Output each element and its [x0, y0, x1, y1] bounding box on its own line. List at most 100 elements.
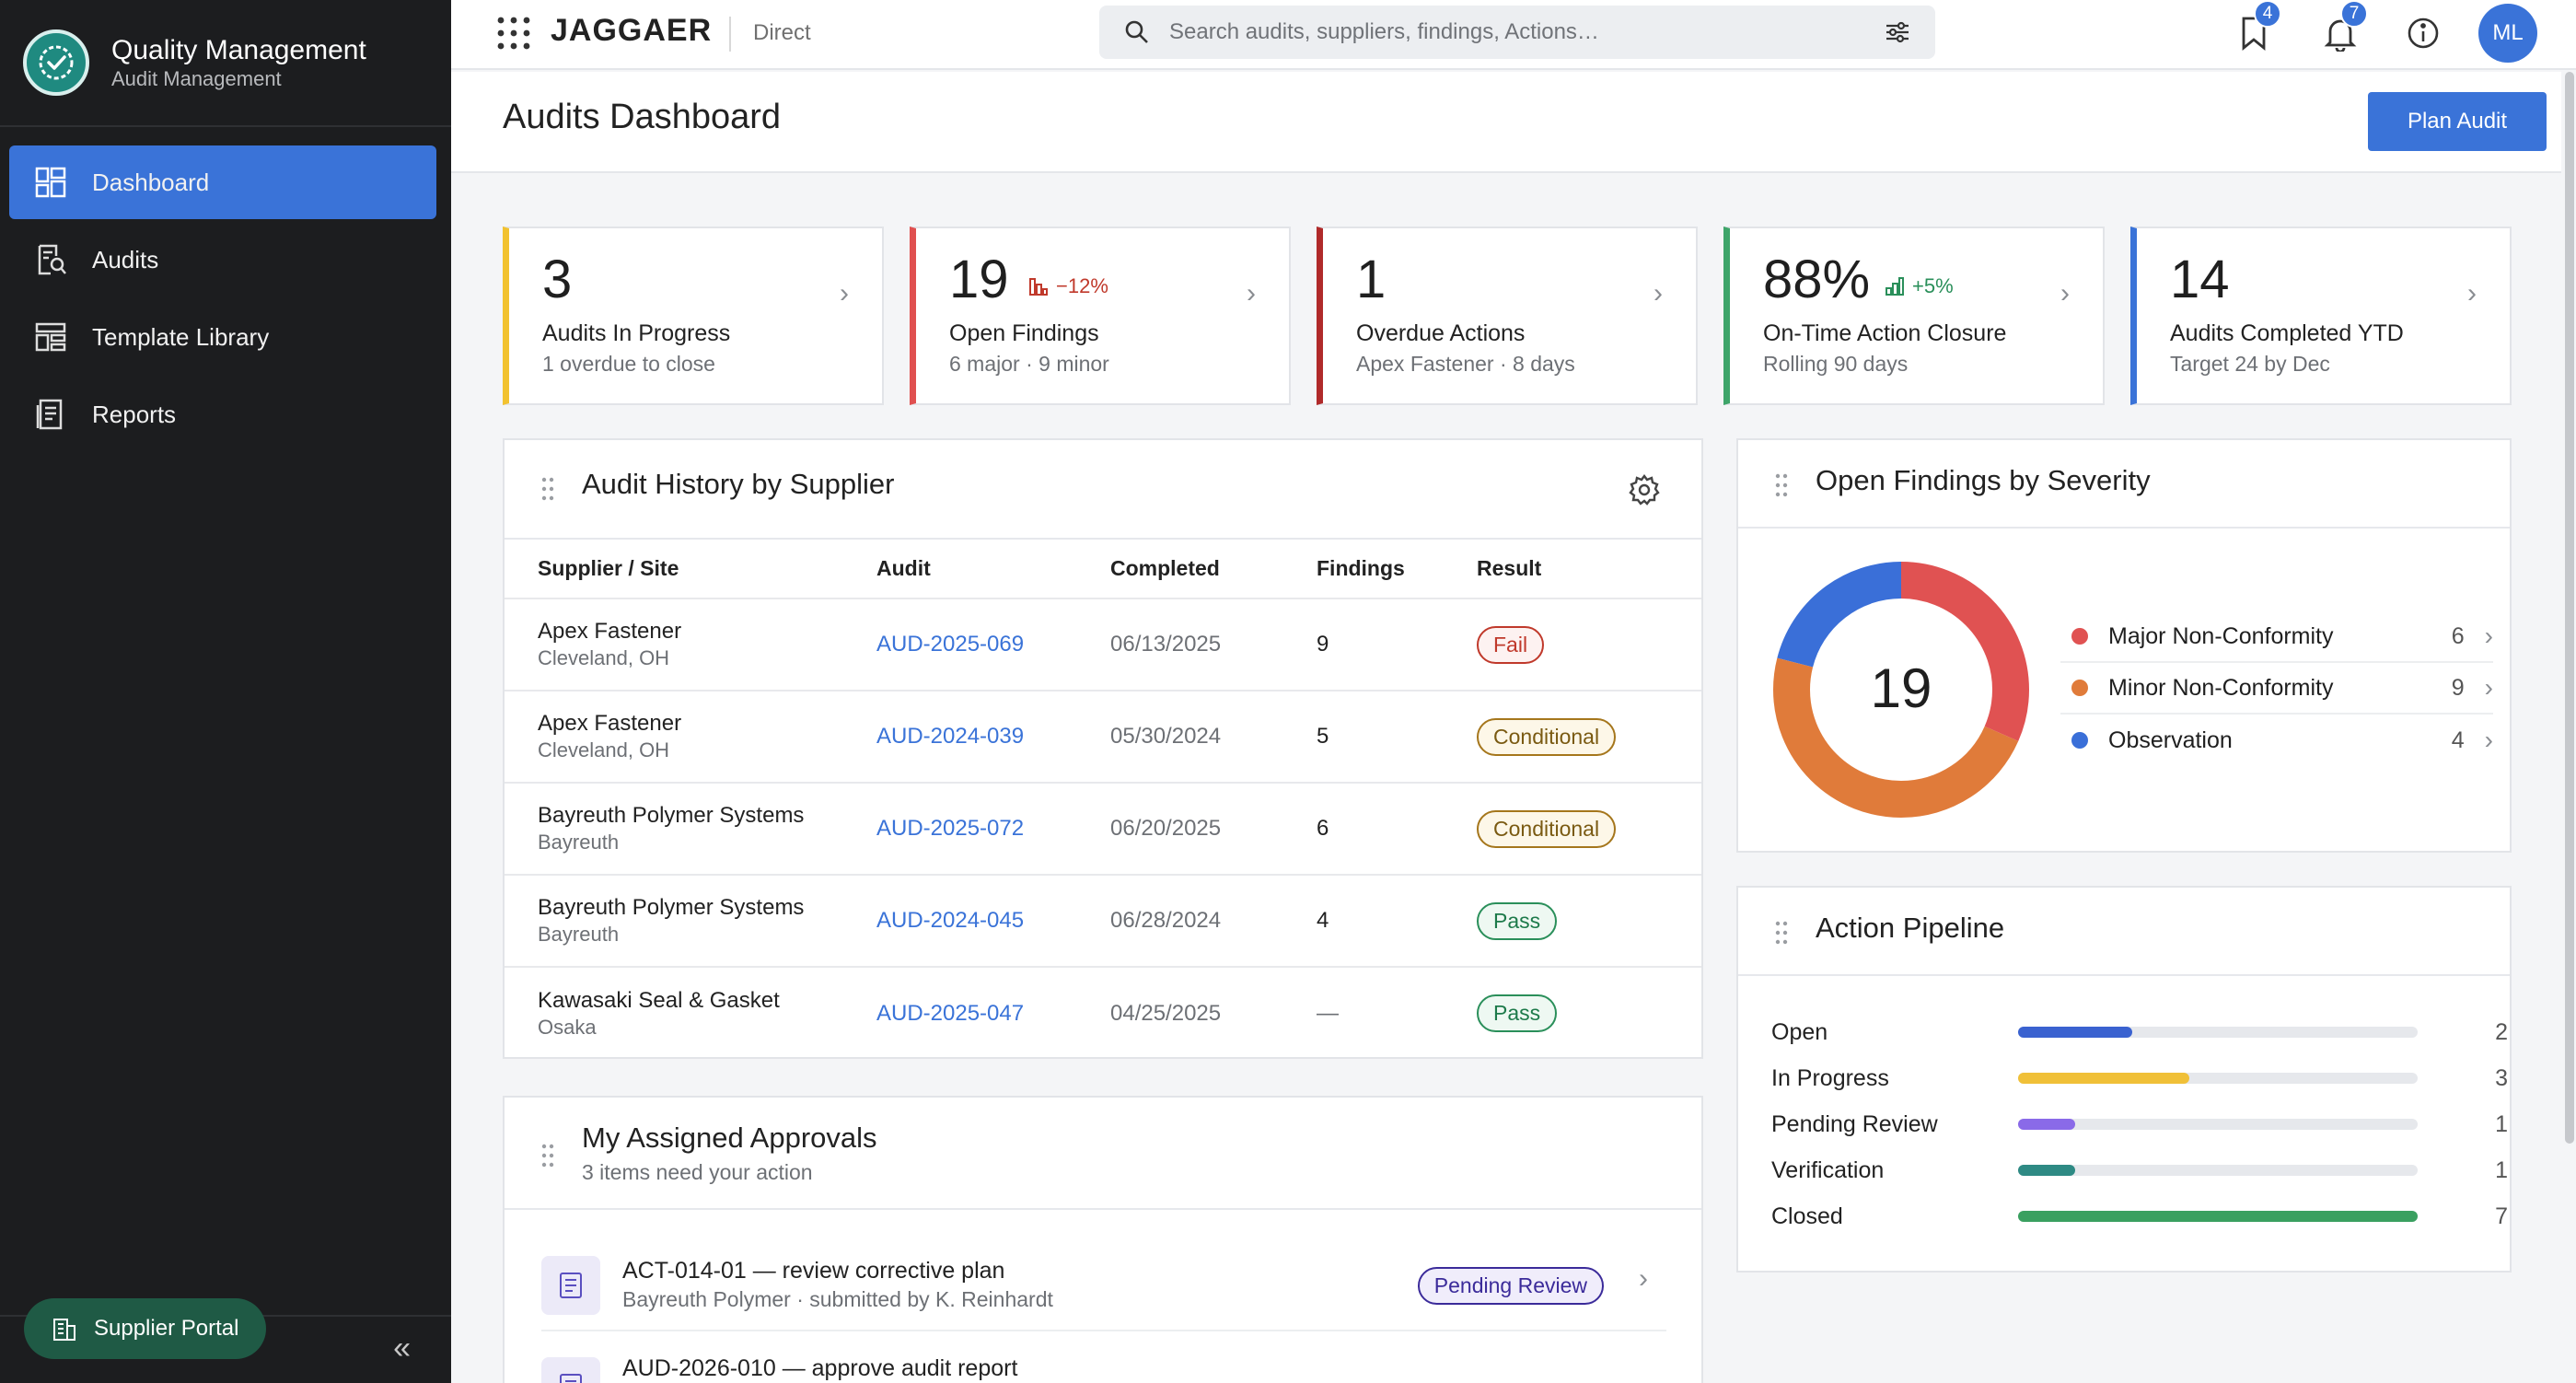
audit-link[interactable]: AUD-2024-045	[876, 908, 1024, 933]
audit-link[interactable]: AUD-2025-069	[876, 632, 1024, 657]
user-avatar[interactable]: ML	[2478, 4, 2537, 63]
column-header-result[interactable]: Result	[1477, 540, 1701, 599]
plan-audit-button[interactable]: Plan Audit	[2368, 92, 2547, 151]
chevron-right-icon: ›	[2484, 726, 2493, 754]
severity-legend-major[interactable]: Major Non-Conformity 6 ›	[2060, 611, 2493, 663]
jaggaer-logo[interactable]: JAGGAER	[551, 13, 712, 49]
legend-label: Observation	[2108, 726, 2233, 753]
chevron-right-icon: ›	[2060, 278, 2070, 308]
pipeline-track	[2018, 1073, 2418, 1084]
pipeline-row-closed[interactable]: Closed 7	[1771, 1193, 2508, 1239]
chevron-right-icon: ›	[2484, 673, 2493, 702]
info-button[interactable]	[2399, 9, 2447, 57]
column-header-audit[interactable]: Audit	[876, 540, 1110, 599]
pipeline-row-in-progress[interactable]: In Progress 3	[1771, 1055, 2508, 1101]
sidebar-item-template-library[interactable]: Template Library	[9, 300, 436, 374]
chevron-right-icon: ›	[1247, 278, 1256, 308]
card-header: Audit History by Supplier	[505, 440, 1701, 540]
info-icon	[2406, 16, 2441, 51]
card-title: My Assigned Approvals	[582, 1122, 877, 1154]
kpi-delta-text: −12%	[1056, 274, 1108, 297]
kpi-value: 19	[949, 250, 1009, 309]
drag-handle-icon[interactable]	[1775, 473, 1788, 497]
sidebar-item-label: Audits	[92, 245, 159, 273]
drag-handle-icon[interactable]	[541, 1144, 554, 1168]
column-header-supplier[interactable]: Supplier / Site	[505, 540, 876, 599]
supplier-site: Bayreuth	[538, 923, 620, 946]
completed-date: 04/25/2025	[1110, 1000, 1222, 1026]
audit-link[interactable]: AUD-2025-072	[876, 816, 1024, 841]
supplier-name: Bayreuth Polymer Systems	[538, 803, 805, 828]
audit-history-table: Supplier / Site Audit Completed Findings…	[505, 540, 1701, 1059]
pipeline-track	[2018, 1211, 2418, 1222]
sidebar-item-reports[interactable]: Reports	[9, 378, 436, 451]
kpi-card-audits-in-progress[interactable]: 3 Audits In Progress 1 overdue to close …	[503, 227, 884, 405]
kpi-card-audits-completed[interactable]: 14 Audits Completed YTD Target 24 by Dec…	[2130, 227, 2512, 405]
supplier-portal-button[interactable]: Supplier Portal	[24, 1298, 267, 1359]
top-bar: JAGGAER Direct 4 7 ML	[451, 0, 2576, 70]
table-row[interactable]: Kawasaki Seal & Gasket Osaka AUD-2025-047…	[505, 967, 1701, 1059]
audit-link[interactable]: AUD-2025-047	[876, 1001, 1024, 1026]
severity-legend-observation[interactable]: Observation 4 ›	[2060, 715, 2493, 766]
legend-count: 9	[2451, 674, 2465, 701]
approval-item[interactable]: ACT-014-01 — review corrective plan Bayr…	[541, 1239, 1666, 1331]
kpi-card-open-findings[interactable]: 19 −12% Open Findings 6 major · 9 minor …	[910, 227, 1291, 405]
bookmark-button[interactable]: 4	[2230, 0, 2281, 57]
donut-total: 19	[1871, 657, 1932, 719]
chevron-right-icon: ›	[840, 278, 849, 308]
trend-down-bars-icon	[1028, 276, 1049, 296]
completed-date: 06/13/2025	[1110, 632, 1222, 657]
approval-title: AUD-2026-010 — approve audit report	[622, 1355, 1018, 1381]
table-row[interactable]: Apex Fastener Cleveland, OH AUD-2025-069 …	[505, 599, 1701, 691]
kpi-subtext: 6 major · 9 minor	[949, 352, 1109, 376]
app-launcher-icon[interactable]	[495, 15, 532, 52]
approval-item[interactable]: AUD-2026-010 — approve audit report	[541, 1341, 1666, 1383]
audit-link[interactable]: AUD-2024-039	[876, 724, 1024, 749]
kpi-card-overdue-actions[interactable]: 1 Overdue Actions Apex Fastener · 8 days…	[1317, 227, 1698, 405]
kpi-label: Audits In Progress	[542, 320, 731, 346]
pipeline-bar	[2018, 1119, 2075, 1130]
pipeline-label: Open	[1771, 1018, 1828, 1045]
search-icon	[1123, 18, 1151, 46]
pipeline-label: Closed	[1771, 1203, 1843, 1229]
notifications-button[interactable]: 7	[2316, 0, 2368, 57]
completed-date: 06/20/2025	[1110, 816, 1222, 841]
severity-legend-minor[interactable]: Minor Non-Conformity 9 ›	[2060, 663, 2493, 715]
search-input[interactable]	[1169, 19, 1884, 45]
sidebar-item-dashboard[interactable]: Dashboard	[9, 145, 436, 219]
kpi-card-on-time-closure[interactable]: 88% +5% On-Time Action Closure Rolling 9…	[1723, 227, 2105, 405]
pipeline-count: 2	[2495, 1018, 2508, 1045]
kpi-label: Overdue Actions	[1356, 320, 1526, 346]
pipeline-row-pending-review[interactable]: Pending Review 1	[1771, 1101, 2508, 1147]
drag-handle-icon[interactable]	[1775, 921, 1788, 945]
result-badge: Pass	[1477, 994, 1558, 1032]
column-header-completed[interactable]: Completed	[1110, 540, 1317, 599]
double-chevron-left-icon[interactable]: «	[393, 1331, 411, 1366]
pipeline-bar	[2018, 1027, 2132, 1038]
drag-handle-icon[interactable]	[541, 477, 554, 501]
pipeline-row-open[interactable]: Open 2	[1771, 1009, 2508, 1055]
table-row[interactable]: Bayreuth Polymer Systems Bayreuth AUD-202…	[505, 783, 1701, 875]
sidebar-item-audits[interactable]: Audits	[9, 223, 436, 296]
card-header: Open Findings by Severity	[1738, 440, 2510, 529]
page-scrollbar[interactable]	[2565, 72, 2574, 1144]
gear-icon[interactable]	[1628, 473, 1661, 506]
app-subtitle: Audit Management	[111, 67, 282, 90]
kpi-delta-text: +5%	[1912, 274, 1954, 297]
supplier-site: Osaka	[538, 1015, 597, 1039]
legend-label: Major Non-Conformity	[2108, 622, 2334, 649]
result-badge: Fail	[1477, 625, 1545, 664]
column-header-findings[interactable]: Findings	[1317, 540, 1477, 599]
supplier-portal-label: Supplier Portal	[94, 1316, 239, 1341]
table-row[interactable]: Bayreuth Polymer Systems Bayreuth AUD-202…	[505, 875, 1701, 967]
table-row[interactable]: Apex Fastener Cleveland, OH AUD-2024-039 …	[505, 691, 1701, 783]
pipeline-label: Pending Review	[1771, 1110, 1938, 1137]
card-title: Open Findings by Severity	[1816, 464, 2151, 496]
kpi-delta-down: −12%	[1028, 274, 1108, 298]
filter-sliders-icon[interactable]	[1884, 18, 1911, 46]
pipeline-row-verification[interactable]: Verification 1	[1771, 1147, 2508, 1193]
quality-badge-icon	[23, 29, 89, 96]
completed-date: 05/30/2024	[1110, 724, 1222, 749]
card-title: Audit History by Supplier	[582, 468, 895, 500]
approval-title: ACT-014-01 — review corrective plan	[622, 1258, 1005, 1284]
